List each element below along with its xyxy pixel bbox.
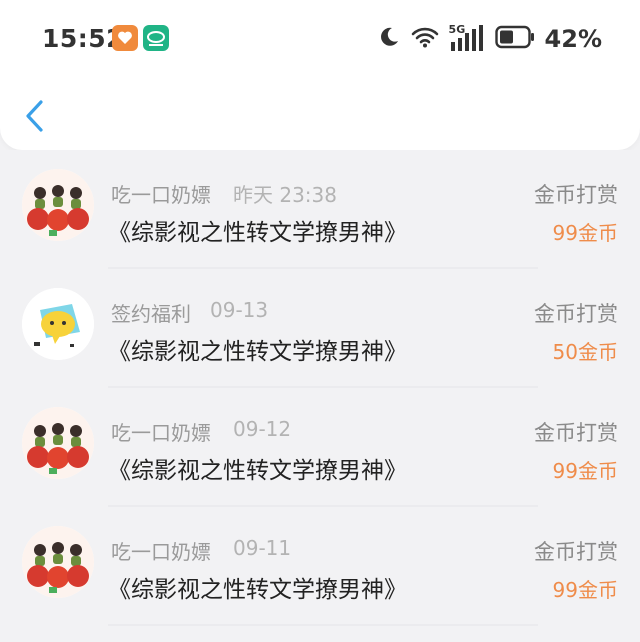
back-button[interactable] xyxy=(20,98,50,134)
book-title: 《综影视之性转文学撩男神》 xyxy=(108,458,407,484)
status-bar: 15:52 5G 42% xyxy=(0,0,640,80)
sender-name: 吃一口奶嫖 xyxy=(111,183,211,207)
signal-icon: 5G xyxy=(449,23,485,53)
reward-type: 金币打赏 xyxy=(534,540,618,564)
reward-record-list: 吃一口奶嫖 昨天 23:38 《综影视之性转文学撩男神》 金币打赏 99金币 签… xyxy=(0,150,640,642)
gift-avatar xyxy=(22,288,94,360)
moon-icon xyxy=(377,25,401,53)
book-title: 《综影视之性转文学撩男神》 xyxy=(108,577,407,603)
chevron-left-icon xyxy=(26,100,43,132)
book-title: 《综影视之性转文学撩男神》 xyxy=(108,220,407,246)
app-green-icon xyxy=(143,25,169,51)
list-item[interactable]: 吃一口奶嫖 昨天 23:38 《综影视之性转文学撩男神》 金币打赏 99金币 xyxy=(0,150,640,269)
record-date: 09-13 xyxy=(210,298,269,322)
wifi-icon xyxy=(411,26,439,52)
battery-percent: 42% xyxy=(544,25,602,53)
reward-amount: 99金币 xyxy=(552,578,618,602)
reward-amount: 99金币 xyxy=(552,459,618,483)
list-item[interactable]: 吃一口奶嫖 09-12 《综影视之性转文学撩男神》 金币打赏 99金币 xyxy=(0,388,640,507)
reward-type: 金币打赏 xyxy=(534,183,618,207)
record-date: 09-11 xyxy=(233,536,292,560)
battery-icon xyxy=(494,25,535,53)
row-divider xyxy=(108,624,538,626)
reward-type: 金币打赏 xyxy=(534,302,618,326)
reward-type: 金币打赏 xyxy=(534,421,618,445)
reward-amount: 99金币 xyxy=(552,221,618,245)
list-item[interactable]: 签约福利 09-13 《综影视之性转文学撩男神》 金币打赏 50金币 xyxy=(0,269,640,388)
record-date: 09-12 xyxy=(233,417,292,441)
book-title: 《综影视之性转文学撩男神》 xyxy=(108,339,407,365)
sender-name: 吃一口奶嫖 xyxy=(111,540,211,564)
sender-name: 吃一口奶嫖 xyxy=(111,421,211,445)
apple-avatar xyxy=(22,407,94,479)
apple-avatar xyxy=(22,526,94,598)
sender-name: 签约福利 xyxy=(111,302,191,326)
apple-avatar xyxy=(22,169,94,241)
list-item[interactable]: 吃一口奶嫖 09-11 《综影视之性转文学撩男神》 金币打赏 99金币 xyxy=(0,507,640,626)
app-orange-icon xyxy=(112,25,138,51)
top-header: 15:52 5G 42% xyxy=(0,0,640,150)
status-right-group: 5G 42% xyxy=(367,23,602,54)
record-date: 昨天 23:38 xyxy=(233,183,337,207)
reward-amount: 50金币 xyxy=(552,340,618,364)
